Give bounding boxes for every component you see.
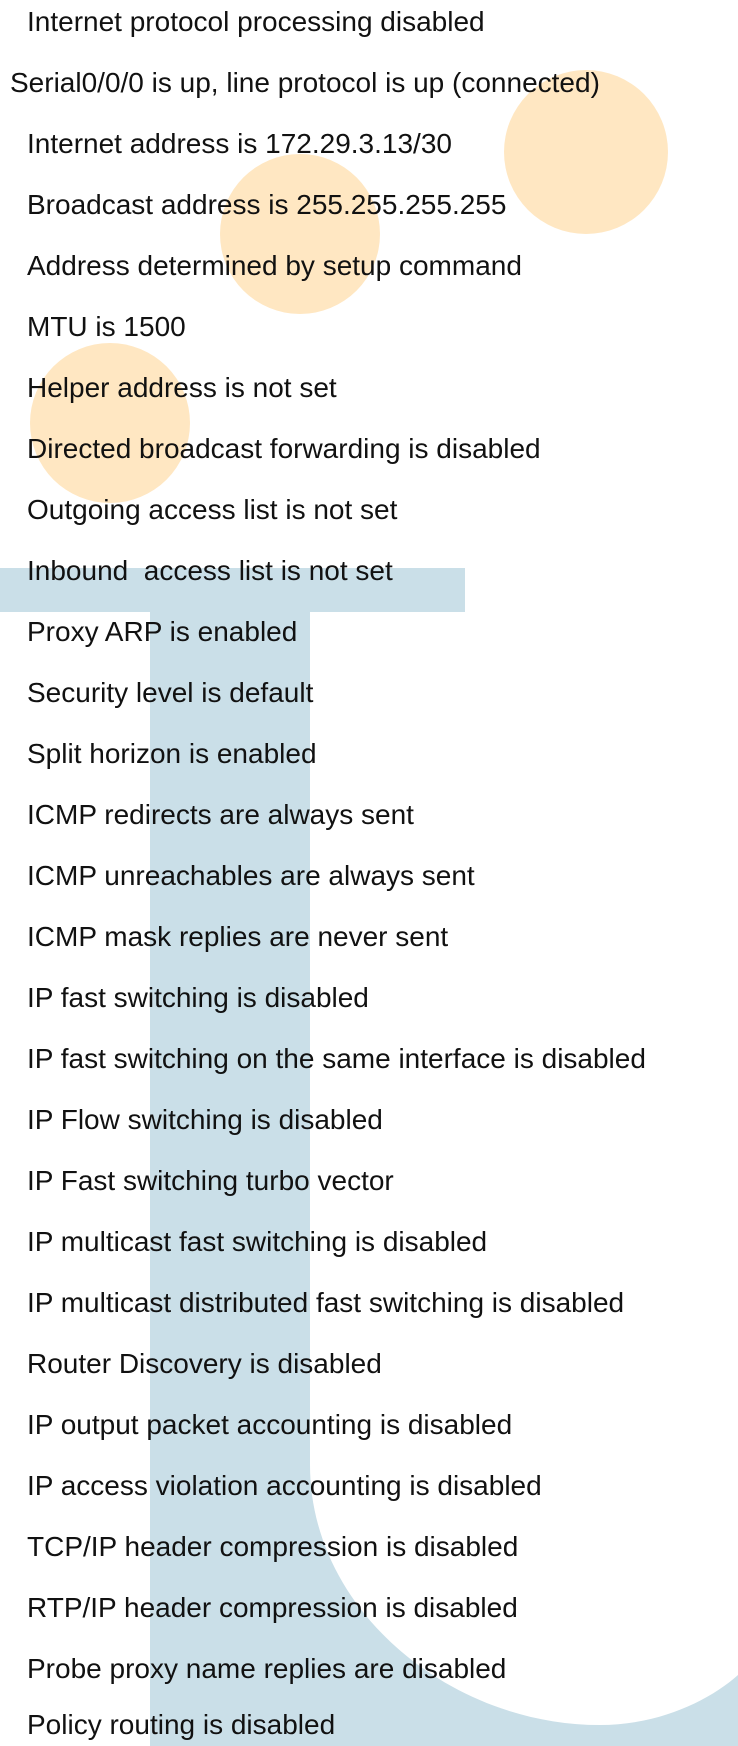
status-line: MTU is 1500 bbox=[27, 311, 186, 342]
status-line: Internet address is 172.29.3.13/30 bbox=[27, 128, 452, 159]
status-line: ICMP redirects are always sent bbox=[27, 799, 414, 830]
status-line: ICMP unreachables are always sent bbox=[27, 860, 475, 891]
status-line: Helper address is not set bbox=[27, 372, 337, 403]
status-line: Proxy ARP is enabled bbox=[27, 616, 298, 647]
status-line: Address determined by setup command bbox=[27, 250, 522, 281]
status-line: Policy routing is disabled bbox=[27, 1709, 336, 1740]
status-line: RTP/IP header compression is disabled bbox=[27, 1592, 518, 1623]
status-line: IP Fast switching turbo vector bbox=[27, 1165, 394, 1196]
status-line: IP fast switching is disabled bbox=[27, 982, 369, 1013]
status-line: IP output packet accounting is disabled bbox=[27, 1409, 513, 1440]
status-line: Security level is default bbox=[27, 677, 314, 708]
status-line: Split horizon is enabled bbox=[27, 738, 317, 769]
status-line: TCP/IP header compression is disabled bbox=[27, 1531, 519, 1562]
status-line: Internet protocol processing disabled bbox=[27, 6, 485, 37]
interface-status-output: Internet protocol processing disabled Se… bbox=[0, 0, 738, 1746]
status-line: ICMP mask replies are never sent bbox=[27, 921, 449, 952]
status-line: Outgoing access list is not set bbox=[27, 494, 398, 525]
status-line: Directed broadcast forwarding is disable… bbox=[27, 433, 541, 464]
status-line: IP multicast fast switching is disabled bbox=[27, 1226, 488, 1257]
status-line: Router Discovery is disabled bbox=[27, 1348, 382, 1379]
status-line: IP Flow switching is disabled bbox=[27, 1104, 383, 1135]
status-line: IP access violation accounting is disabl… bbox=[27, 1470, 542, 1501]
status-line: IP fast switching on the same interface … bbox=[27, 1043, 646, 1074]
status-line: IP multicast distributed fast switching … bbox=[27, 1287, 625, 1318]
status-line: Serial0/0/0 is up, line protocol is up (… bbox=[10, 67, 600, 98]
status-line: Inbound access list is not set bbox=[27, 555, 393, 586]
status-line: Broadcast address is 255.255.255.255 bbox=[27, 189, 507, 220]
status-line: Probe proxy name replies are disabled bbox=[27, 1653, 507, 1684]
